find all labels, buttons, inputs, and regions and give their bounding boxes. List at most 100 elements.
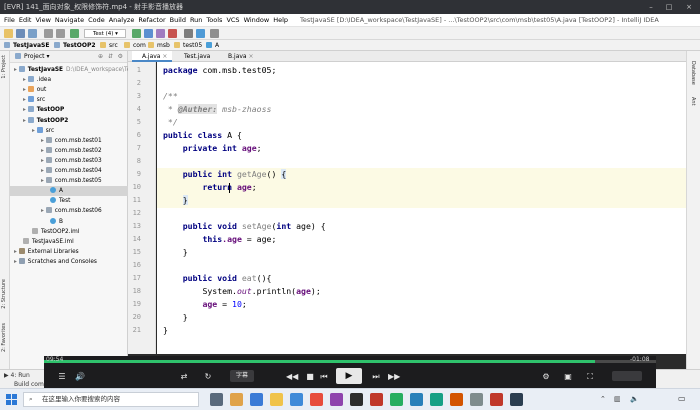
breadcrumb-item[interactable]: com — [124, 40, 146, 51]
step-forward-icon[interactable]: ▶▶ — [388, 371, 400, 383]
terminal-icon[interactable] — [350, 393, 363, 406]
project-panel-title[interactable]: Project — [24, 53, 45, 60]
tree-item[interactable]: ▸ com.msb.test05 — [10, 176, 128, 186]
tab-b-java[interactable]: B.java × — [218, 51, 256, 62]
menu-item-vcs[interactable]: VCS — [226, 16, 239, 24]
tree-item[interactable]: ▸ TestOOP2 — [10, 116, 128, 126]
menu-item-refactor[interactable]: Refactor — [138, 16, 165, 24]
menu-item-window[interactable]: Window — [244, 16, 270, 24]
tray-arrow-icon[interactable]: ⌃ — [600, 395, 606, 403]
collapse-icon[interactable]: ⇵ — [108, 51, 113, 63]
tree-item[interactable]: ▸ src — [10, 95, 128, 105]
app-icon[interactable] — [310, 393, 323, 406]
open-folder-icon[interactable] — [4, 29, 13, 38]
stop-icon[interactable]: ■ — [304, 371, 316, 383]
wrench-icon[interactable] — [184, 29, 193, 38]
tree-item[interactable]: TestOOP2.iml — [10, 227, 128, 237]
menu-item-edit[interactable]: Edit — [19, 16, 32, 24]
tab-test-java[interactable]: Test.java × — [174, 51, 216, 71]
close-tab-icon[interactable]: × — [162, 53, 167, 60]
tree-item[interactable]: B — [10, 217, 128, 227]
capture-icon[interactable]: ▣ — [562, 371, 574, 383]
debug-icon[interactable] — [144, 29, 153, 38]
sync-icon[interactable] — [28, 29, 37, 38]
tree-item[interactable]: TestJavaSE.iml — [10, 237, 128, 247]
step-back-icon[interactable]: ◀◀ — [286, 371, 298, 383]
tree-item[interactable]: ▸ com.msb.test06 — [10, 206, 128, 216]
close-icon[interactable]: × — [682, 0, 696, 14]
windows-start-icon[interactable] — [6, 394, 17, 405]
save-icon[interactable] — [16, 29, 25, 38]
tree-item[interactable]: ▸ com.msb.test03 — [10, 156, 128, 166]
menu-item-code[interactable]: Code — [88, 16, 105, 24]
video-progress-track[interactable] — [44, 360, 656, 363]
menu-item-tools[interactable]: Tools — [206, 16, 222, 24]
menu-item-analyze[interactable]: Analyze — [109, 16, 135, 24]
tree-item[interactable]: A — [10, 186, 128, 197]
speaker-icon[interactable]: 🔈 — [630, 395, 639, 403]
breadcrumb-item[interactable]: TestOOP2 — [54, 40, 96, 51]
build-icon[interactable] — [70, 29, 79, 38]
tree-item[interactable]: ▸ TestJavaSE D:\IDEA_workspace\Test — [10, 65, 135, 75]
app-icon[interactable] — [430, 393, 443, 406]
settings-icon[interactable]: ⚙ — [540, 371, 552, 383]
next-icon[interactable]: ⏭ — [370, 371, 382, 383]
fullscreen-icon[interactable]: ⛶ — [584, 371, 596, 383]
breadcrumb-item[interactable]: test05 — [174, 40, 202, 51]
taskbar-search-input[interactable]: ⌕ 在这里输入你要搜索的内容 — [23, 392, 199, 407]
tool-window-project[interactable]: 1: Project — [1, 55, 7, 79]
tree-item[interactable]: ▸ .idea — [10, 75, 128, 85]
code-editor[interactable]: package com.msb.test05; /** * @Auther: m… — [157, 62, 686, 354]
locate-icon[interactable]: ⊕ — [98, 51, 103, 63]
app-icon[interactable] — [330, 393, 343, 406]
app-icon[interactable] — [410, 393, 423, 406]
back-icon[interactable] — [44, 29, 53, 38]
video-player-icon[interactable] — [450, 393, 463, 406]
app-icon[interactable] — [490, 393, 503, 406]
volume-icon[interactable]: 🔊 — [74, 371, 86, 383]
search-icon[interactable] — [210, 29, 219, 38]
tool-window-database[interactable]: Database — [690, 61, 696, 85]
tree-item[interactable]: ▸ Scratches and Consoles — [10, 257, 128, 267]
file-explorer-icon[interactable] — [270, 393, 283, 406]
breadcrumb-item[interactable]: src — [100, 40, 118, 51]
tool-window-structure[interactable]: 2: Structure — [1, 279, 7, 309]
chrome-icon[interactable] — [230, 393, 243, 406]
menu-item-navigate[interactable]: Navigate — [55, 16, 84, 24]
tree-item[interactable]: ▸ TestOOP — [10, 105, 128, 115]
stop-icon[interactable] — [168, 29, 177, 38]
tool-window-favorites[interactable]: 2: Favorites — [1, 323, 7, 352]
tree-item[interactable]: ▸ out — [10, 85, 128, 95]
prev-icon[interactable]: ⏮ — [318, 371, 330, 383]
subtitle-button[interactable]: 字幕 — [230, 370, 254, 382]
maximize-icon[interactable]: □ — [662, 0, 676, 14]
tree-item[interactable]: ▸ src — [10, 126, 128, 136]
run-tool-button[interactable]: ▶ 4: Run — [4, 372, 30, 379]
run-icon[interactable] — [132, 29, 141, 38]
network-icon[interactable]: ▥ — [614, 395, 621, 403]
menu-item-view[interactable]: View — [35, 16, 50, 24]
quality-selector[interactable] — [612, 371, 642, 381]
tree-item[interactable]: Test — [10, 196, 128, 206]
notification-icon[interactable]: ▭ — [678, 394, 686, 403]
menu-item-build[interactable]: Build — [170, 16, 186, 24]
shuffle-icon[interactable]: ⇄ — [178, 371, 190, 383]
app-icon[interactable] — [390, 393, 403, 406]
play-icon[interactable]: ▶ — [336, 368, 362, 384]
menu-item-help[interactable]: Help — [273, 16, 288, 24]
breadcrumb-item[interactable]: TestJavaSE — [4, 40, 49, 51]
breadcrumb-item[interactable]: msb — [148, 40, 170, 51]
intellij-icon[interactable] — [370, 393, 383, 406]
tree-item[interactable]: ▸ com.msb.test04 — [10, 166, 128, 176]
app-icon[interactable] — [290, 393, 303, 406]
tool-window-ant[interactable]: Ant — [690, 97, 696, 106]
forward-icon[interactable] — [56, 29, 65, 38]
tree-item[interactable]: ▸ External Libraries — [10, 247, 128, 257]
menu-item-file[interactable]: File — [4, 16, 15, 24]
task-view-icon[interactable] — [210, 393, 223, 406]
tab-a-java[interactable]: A.java × — [132, 51, 172, 62]
tree-item[interactable]: ▸ com.msb.test02 — [10, 146, 128, 156]
breadcrumb-item[interactable]: A — [206, 40, 219, 51]
edge-icon[interactable] — [250, 393, 263, 406]
repeat-icon[interactable]: ↻ — [202, 371, 214, 383]
